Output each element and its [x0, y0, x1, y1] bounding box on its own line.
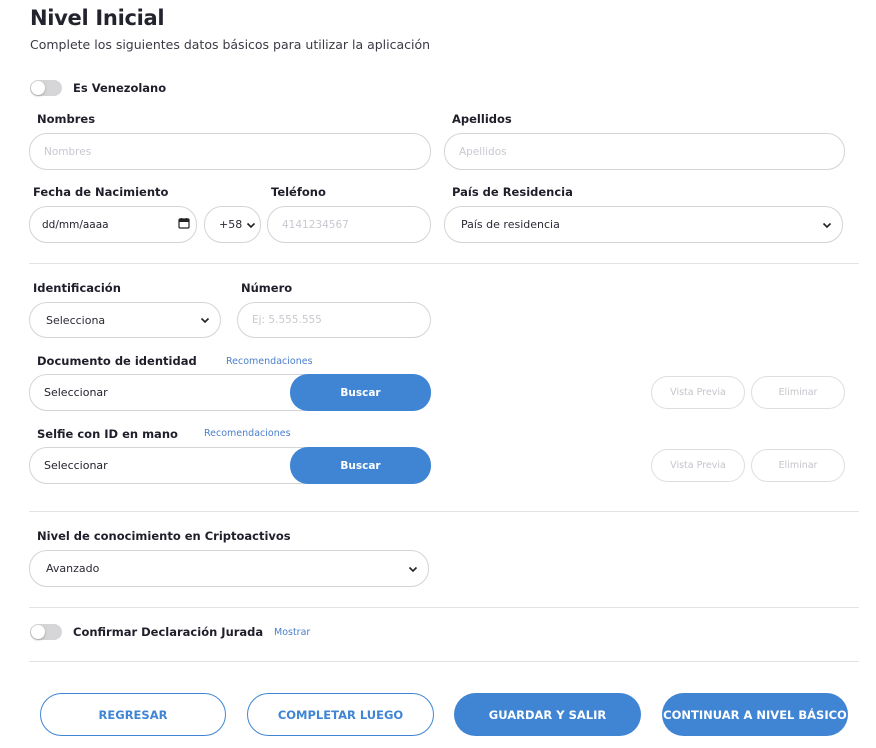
regresar-button[interactable]: REGRESAR — [40, 693, 226, 736]
pais-select[interactable]: País de residencia — [444, 206, 843, 243]
nombres-input[interactable]: Nombres — [29, 133, 431, 170]
chevron-down-icon — [246, 222, 256, 228]
apellidos-placeholder: Apellidos — [459, 145, 507, 158]
chevron-down-icon — [822, 222, 832, 228]
cripto-select[interactable]: Avanzado — [29, 550, 429, 587]
selfie-label: Selfie con ID en mano — [37, 427, 178, 441]
continuar-nivel-basico-button[interactable]: CONTINUAR A NIVEL BÁSICO — [662, 693, 848, 736]
completar-luego-button[interactable]: COMPLETAR LUEGO — [247, 693, 434, 736]
selfie-preview-button[interactable]: Vista Previa — [651, 449, 745, 482]
page-title: Nivel Inicial — [30, 6, 165, 30]
phone-prefix-select[interactable]: +58 — [204, 206, 261, 243]
declaracion-label: Confirmar Declaración Jurada — [73, 625, 264, 639]
nombres-label: Nombres — [37, 112, 96, 126]
phone-prefix-value: +58 — [219, 218, 243, 231]
venezolano-toggle[interactable] — [30, 80, 62, 96]
divider — [29, 511, 859, 512]
documento-buscar-button[interactable]: Buscar — [290, 374, 431, 411]
numero-label: Número — [241, 281, 293, 295]
divider — [29, 661, 859, 662]
documento-file-value: Seleccionar — [44, 386, 108, 399]
guardar-salir-button[interactable]: GUARDAR Y SALIR — [454, 693, 641, 736]
calendar-icon[interactable] — [178, 217, 190, 232]
apellidos-label: Apellidos — [452, 112, 512, 126]
documento-delete-button[interactable]: Eliminar — [751, 376, 845, 409]
divider — [29, 607, 859, 608]
cripto-value: Avanzado — [46, 562, 100, 575]
identificacion-value: Selecciona — [46, 313, 106, 327]
toggle-knob — [31, 81, 45, 95]
telefono-input[interactable]: 4141234567 — [267, 206, 431, 243]
divider — [29, 263, 859, 264]
declaracion-mostrar-link[interactable]: Mostrar — [274, 627, 310, 638]
numero-placeholder: Ej: 5.555.555 — [252, 314, 322, 326]
pais-label: País de Residencia — [452, 185, 573, 199]
fecha-input[interactable]: dd/mm/aaaa — [29, 206, 197, 243]
toggle-knob — [31, 625, 45, 639]
cripto-label: Nivel de conocimiento en Criptoactivos — [37, 529, 291, 543]
declaracion-toggle[interactable] — [30, 624, 62, 640]
chevron-down-icon — [200, 317, 210, 324]
chevron-down-icon — [408, 566, 418, 572]
selfie-file-value: Seleccionar — [44, 459, 108, 472]
identificacion-label: Identificación — [33, 281, 121, 295]
apellidos-input[interactable]: Apellidos — [444, 133, 845, 170]
fecha-label: Fecha de Nacimiento — [33, 185, 169, 199]
identificacion-select[interactable]: Selecciona — [29, 302, 221, 338]
pais-value: País de residencia — [461, 218, 560, 231]
page-subtitle: Complete los siguientes datos básicos pa… — [30, 37, 431, 52]
venezolano-label: Es Venezolano — [73, 81, 167, 95]
selfie-recomendaciones-link[interactable]: Recomendaciones — [204, 428, 291, 439]
telefono-label: Teléfono — [271, 185, 326, 199]
documento-label: Documento de identidad — [37, 354, 197, 368]
selfie-delete-button[interactable]: Eliminar — [751, 449, 845, 482]
documento-preview-button[interactable]: Vista Previa — [651, 376, 745, 409]
nombres-placeholder: Nombres — [44, 145, 92, 158]
selfie-buscar-button[interactable]: Buscar — [290, 447, 431, 484]
numero-input[interactable]: Ej: 5.555.555 — [237, 302, 431, 338]
telefono-placeholder: 4141234567 — [282, 218, 349, 231]
fecha-value: dd/mm/aaaa — [42, 218, 109, 231]
documento-recomendaciones-link[interactable]: Recomendaciones — [226, 356, 313, 367]
